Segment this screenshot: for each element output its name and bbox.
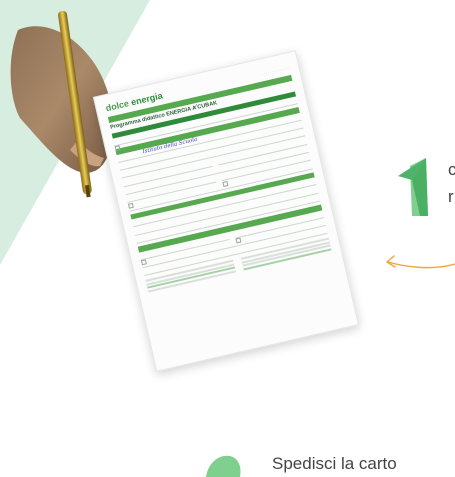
step-2-text: Spedisci la carto bbox=[272, 454, 397, 473]
step-number-1 bbox=[398, 158, 428, 216]
form-header-note: · · · · · · · · · · · · · · bbox=[261, 66, 290, 77]
step-1-text-line-2: r bbox=[448, 187, 454, 206]
arrow-left-icon bbox=[386, 255, 455, 269]
form-brand-a: dolce bbox=[104, 98, 130, 114]
step-1-text-line-1: c bbox=[448, 160, 455, 179]
step-number-2 bbox=[206, 455, 241, 477]
